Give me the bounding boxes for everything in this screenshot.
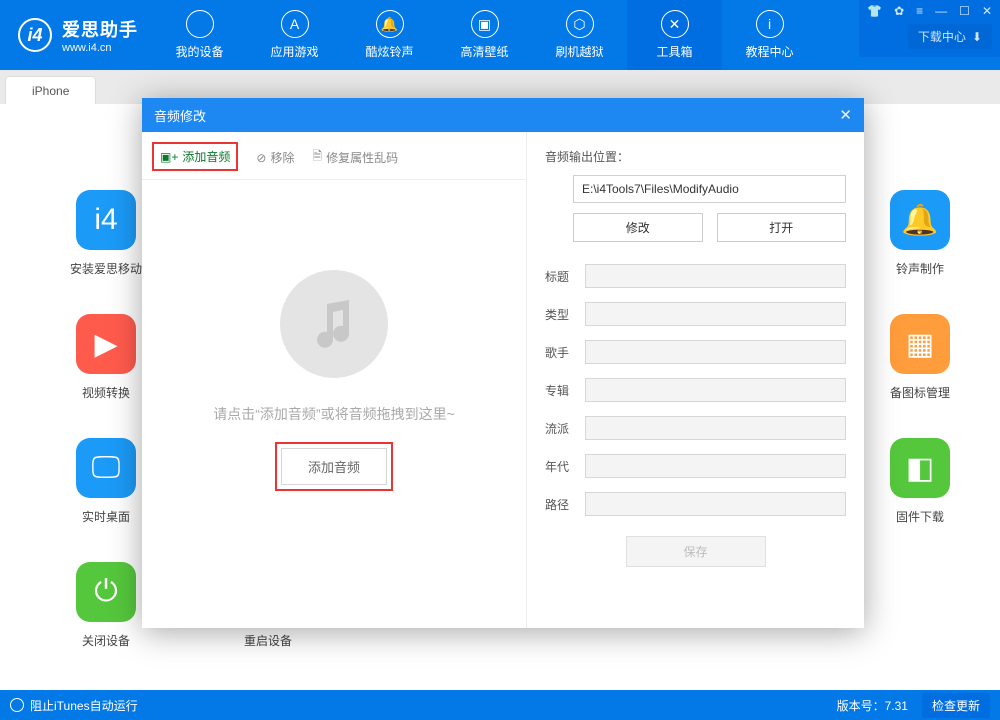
- logo-title: 爱思助手: [62, 16, 138, 42]
- field-label-type: 类型: [545, 306, 585, 323]
- tool-ringtone-maker[interactable]: 🔔 铃声制作: [884, 190, 956, 277]
- modify-path-button[interactable]: 修改: [573, 213, 703, 242]
- tool-icon-manager[interactable]: ▦ 备图标管理: [884, 314, 956, 401]
- genre-field[interactable]: [585, 416, 846, 440]
- field-label-title: 标题: [545, 268, 585, 285]
- modal-toolbar: ▣+ 添加音频 ⊘ 移除 🗎 修复属性乱码: [142, 138, 526, 180]
- cube-icon: ◧: [890, 438, 950, 498]
- field-label-path: 路径: [545, 496, 585, 513]
- logo-icon: i4: [18, 18, 52, 52]
- modal-titlebar: 音频修改 ✕: [142, 98, 864, 132]
- close-icon[interactable]: ✕: [982, 4, 992, 18]
- version-text: 版本号：7.31: [837, 697, 908, 714]
- minimize-icon[interactable]: —: [935, 4, 947, 18]
- tools-icon: ✕: [661, 10, 689, 38]
- field-label-artist: 歌手: [545, 344, 585, 361]
- title-field[interactable]: [585, 264, 846, 288]
- toolbar-add-audio-button[interactable]: ▣+ 添加音频: [160, 148, 230, 165]
- add-audio-button[interactable]: 添加音频: [281, 448, 387, 485]
- highlight-add-button: 添加音频: [275, 442, 393, 491]
- status-bar: 阻止iTunes自动运行 版本号：7.31 检查更新: [0, 690, 1000, 720]
- path-field[interactable]: [585, 492, 846, 516]
- modal-title-text: 音频修改: [154, 106, 206, 125]
- field-label-album: 专辑: [545, 382, 585, 399]
- fix-icon: 🗎: [312, 147, 322, 168]
- tool-shutdown[interactable]: ⏻ 关闭设备: [70, 562, 142, 649]
- field-label-year: 年代: [545, 458, 585, 475]
- image-icon: ▣: [471, 10, 499, 38]
- output-location-label: 音频输出位置：: [545, 148, 846, 165]
- nav-toolbox[interactable]: ✕工具箱: [627, 0, 722, 70]
- info-icon: i: [756, 10, 784, 38]
- drop-hint-text: 请点击“添加音频”或将音频拖拽到这里~: [213, 404, 455, 424]
- menu-icon[interactable]: ≡: [916, 4, 923, 18]
- tool-video-convert[interactable]: ▶ 视频转换: [70, 314, 142, 401]
- nav-apps[interactable]: A应用游戏: [247, 0, 342, 70]
- drop-zone[interactable]: 请点击“添加音频”或将音频拖拽到这里~ 添加音频: [142, 180, 526, 491]
- output-path-field[interactable]: E:\i4Tools7\Files\ModifyAudio: [573, 175, 846, 203]
- block-itunes-icon[interactable]: [10, 698, 24, 712]
- check-update-button[interactable]: 检查更新: [922, 693, 990, 718]
- nav-my-device[interactable]: 我的设备: [152, 0, 247, 70]
- music-note-icon: [280, 270, 388, 378]
- play-icon: ▶: [76, 314, 136, 374]
- download-center-button[interactable]: 下载中心 ⬇: [908, 24, 992, 49]
- download-icon: ⬇: [972, 30, 982, 44]
- window-controls: 👕 ✿ ≡ — ☐ ✕: [867, 4, 992, 18]
- tool-firmware[interactable]: ◧ 固件下载: [884, 438, 956, 525]
- app-header: i4 爱思助手 www.i4.cn 我的设备 A应用游戏 🔔酷炫铃声 ▣高清壁纸…: [0, 0, 1000, 70]
- monitor-icon: 🖵: [76, 438, 136, 498]
- highlight-add-audio: ▣+ 添加音频: [152, 142, 238, 171]
- skin-icon[interactable]: 👕: [867, 4, 882, 18]
- year-field[interactable]: [585, 454, 846, 478]
- add-file-icon: ▣+: [160, 150, 178, 164]
- logo: i4 爱思助手 www.i4.cn: [0, 16, 152, 54]
- modal-left-pane: ▣+ 添加音频 ⊘ 移除 🗎 修复属性乱码 请点击“添加音频”或将音频拖拽到这里: [142, 132, 527, 628]
- i4-icon: i4: [76, 190, 136, 250]
- toolbar-fix-encoding-button[interactable]: 🗎 修复属性乱码: [312, 147, 398, 168]
- nav-wallpapers[interactable]: ▣高清壁纸: [437, 0, 532, 70]
- open-path-button[interactable]: 打开: [717, 213, 847, 242]
- apple-icon: [186, 10, 214, 38]
- audio-modify-modal: 音频修改 ✕ ▣+ 添加音频 ⊘ 移除 🗎 修复属性乱码: [142, 98, 864, 628]
- bell-plus-icon: 🔔: [890, 190, 950, 250]
- grid-icon: ▦: [890, 314, 950, 374]
- bell-icon: 🔔: [376, 10, 404, 38]
- nav-jailbreak[interactable]: ⬡刷机越狱: [532, 0, 627, 70]
- power-icon: ⏻: [76, 562, 136, 622]
- block-itunes-label[interactable]: 阻止iTunes自动运行: [30, 697, 138, 714]
- album-field[interactable]: [585, 378, 846, 402]
- tool-realtime-desktop[interactable]: 🖵 实时桌面: [70, 438, 142, 525]
- maximize-icon[interactable]: ☐: [959, 4, 970, 18]
- header-right: 👕 ✿ ≡ — ☐ ✕ 下载中心 ⬇: [859, 0, 1000, 57]
- tool-install-mobile[interactable]: i4 安装爱思移动端: [70, 190, 142, 277]
- field-label-genre: 流派: [545, 420, 585, 437]
- main-nav: 我的设备 A应用游戏 🔔酷炫铃声 ▣高清壁纸 ⬡刷机越狱 ✕工具箱 i教程中心: [152, 0, 817, 70]
- modal-right-pane: 音频输出位置： E:\i4Tools7\Files\ModifyAudio 修改…: [527, 132, 864, 628]
- artist-field[interactable]: [585, 340, 846, 364]
- remove-icon: ⊘: [256, 151, 266, 165]
- type-field[interactable]: [585, 302, 846, 326]
- toolbar-remove-button[interactable]: ⊘ 移除: [256, 149, 294, 166]
- nav-ringtones[interactable]: 🔔酷炫铃声: [342, 0, 437, 70]
- modal-close-button[interactable]: ✕: [839, 106, 852, 124]
- settings-icon[interactable]: ✿: [894, 4, 904, 18]
- nav-tutorials[interactable]: i教程中心: [722, 0, 817, 70]
- breadcrumb-tab[interactable]: iPhone: [6, 77, 95, 104]
- save-button[interactable]: 保存: [626, 536, 766, 567]
- box-icon: ⬡: [566, 10, 594, 38]
- appstore-icon: A: [281, 10, 309, 38]
- logo-url: www.i4.cn: [62, 42, 138, 54]
